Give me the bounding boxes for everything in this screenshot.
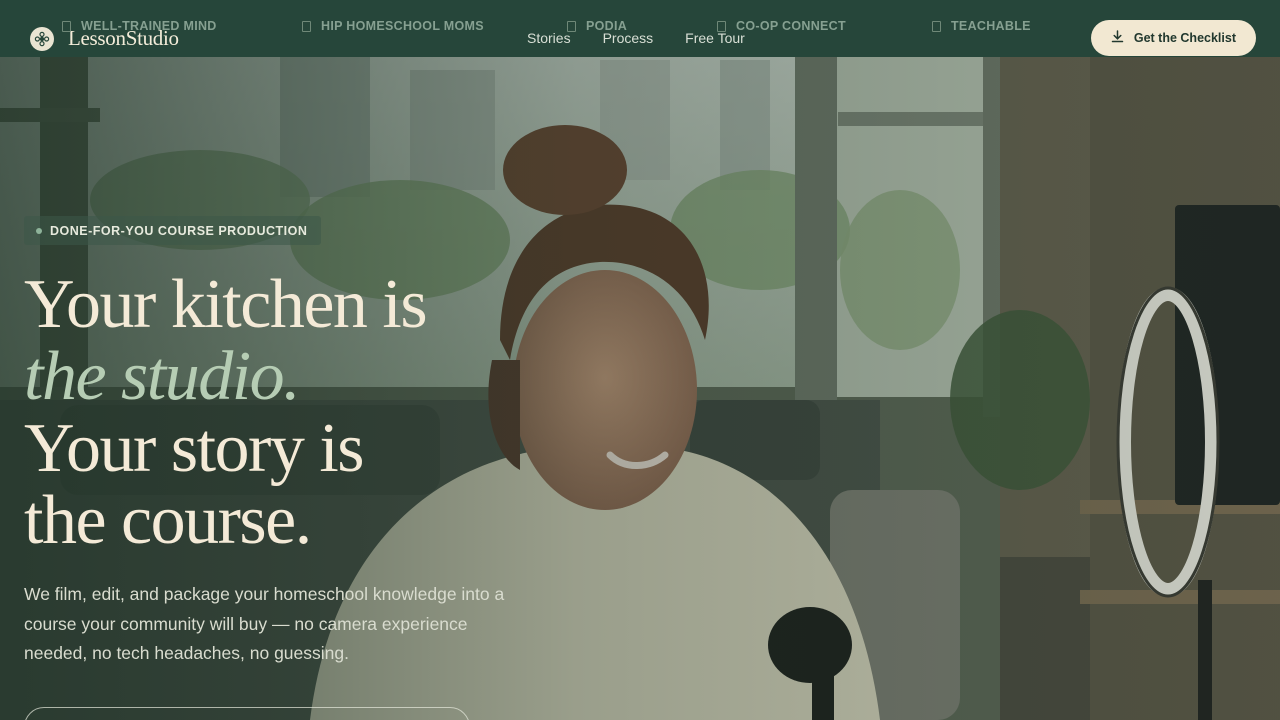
partner-name: WELL-TRAINED MIND — [81, 19, 217, 33]
partner-logo: TEACHABLE — [932, 19, 1031, 33]
get-checklist-button[interactable]: Get the Checklist — [1090, 20, 1256, 56]
hero-cta-button[interactable] — [24, 707, 470, 720]
headline-line: the course. — [24, 482, 312, 559]
eyebrow-text: DONE-FOR-YOU COURSE PRODUCTION — [50, 223, 308, 238]
get-checklist-label: Get the Checklist — [1133, 31, 1236, 45]
partner-logo: HIP HOMESCHOOL MOMS — [302, 19, 484, 33]
eyebrow-badge: DONE-FOR-YOU COURSE PRODUCTION — [24, 216, 322, 245]
hero-headline: Your kitchen is the studio. Your story i… — [24, 269, 534, 557]
partner-name: TEACHABLE — [951, 19, 1031, 33]
site-header: LessonStudio WELL-TRAINED MIND HIP HOMES… — [0, 0, 1280, 57]
nav-link-stories[interactable]: Stories — [527, 30, 571, 46]
headline-accent: the studio. — [24, 338, 301, 415]
main-nav: Stories Process Free Tour — [527, 30, 745, 46]
status-dot-icon — [36, 227, 42, 234]
download-icon — [1111, 30, 1124, 46]
hero-copy: DONE-FOR-YOU COURSE PRODUCTION Your kitc… — [24, 216, 534, 669]
nav-link-free-tour[interactable]: Free Tour — [685, 30, 745, 46]
partner-logo-icon — [932, 20, 941, 32]
partner-name: CO-OP CONNECT — [736, 19, 846, 33]
headline-line: Your story is — [24, 410, 365, 487]
partner-logo-icon — [302, 20, 311, 32]
nav-link-process[interactable]: Process — [603, 30, 654, 46]
partner-logo-icon — [62, 20, 71, 32]
headline-line: Your kitchen is — [24, 266, 428, 343]
partner-name: HIP HOMESCHOOL MOMS — [321, 19, 484, 33]
partner-logo: WELL-TRAINED MIND — [62, 19, 217, 33]
hero-description: We film, edit, and package your homescho… — [24, 584, 505, 663]
